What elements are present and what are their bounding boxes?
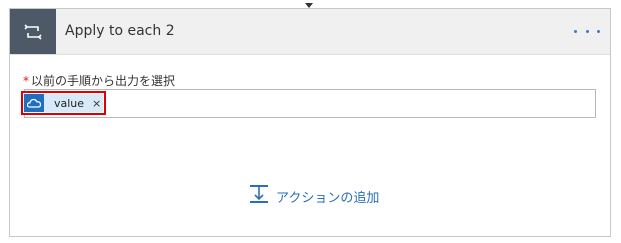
card-title: Apply to each 2 <box>65 23 175 39</box>
card-header[interactable]: Apply to each 2 <box>10 9 610 55</box>
apply-to-each-card: Apply to each 2 * 以前の手順から出力を選択 value × ア… <box>9 8 611 237</box>
token-label: value <box>54 96 85 110</box>
field-label-text: 以前の手順から出力を選択 <box>31 74 176 88</box>
ellipsis-icon <box>574 29 577 33</box>
required-marker: * <box>23 74 29 88</box>
loop-icon <box>10 9 56 54</box>
token-remove-button[interactable]: × <box>92 97 101 110</box>
add-step-icon <box>248 184 270 208</box>
select-output-input[interactable] <box>24 89 596 118</box>
value-token[interactable]: value × <box>21 91 106 115</box>
field-label: * 以前の手順から出力を選択 <box>23 72 175 89</box>
add-action-label: アクションの追加 <box>276 190 380 206</box>
add-action-button[interactable]: アクションの追加 <box>248 184 379 208</box>
onedrive-cloud-icon <box>24 94 44 112</box>
more-options-button[interactable] <box>574 21 600 41</box>
